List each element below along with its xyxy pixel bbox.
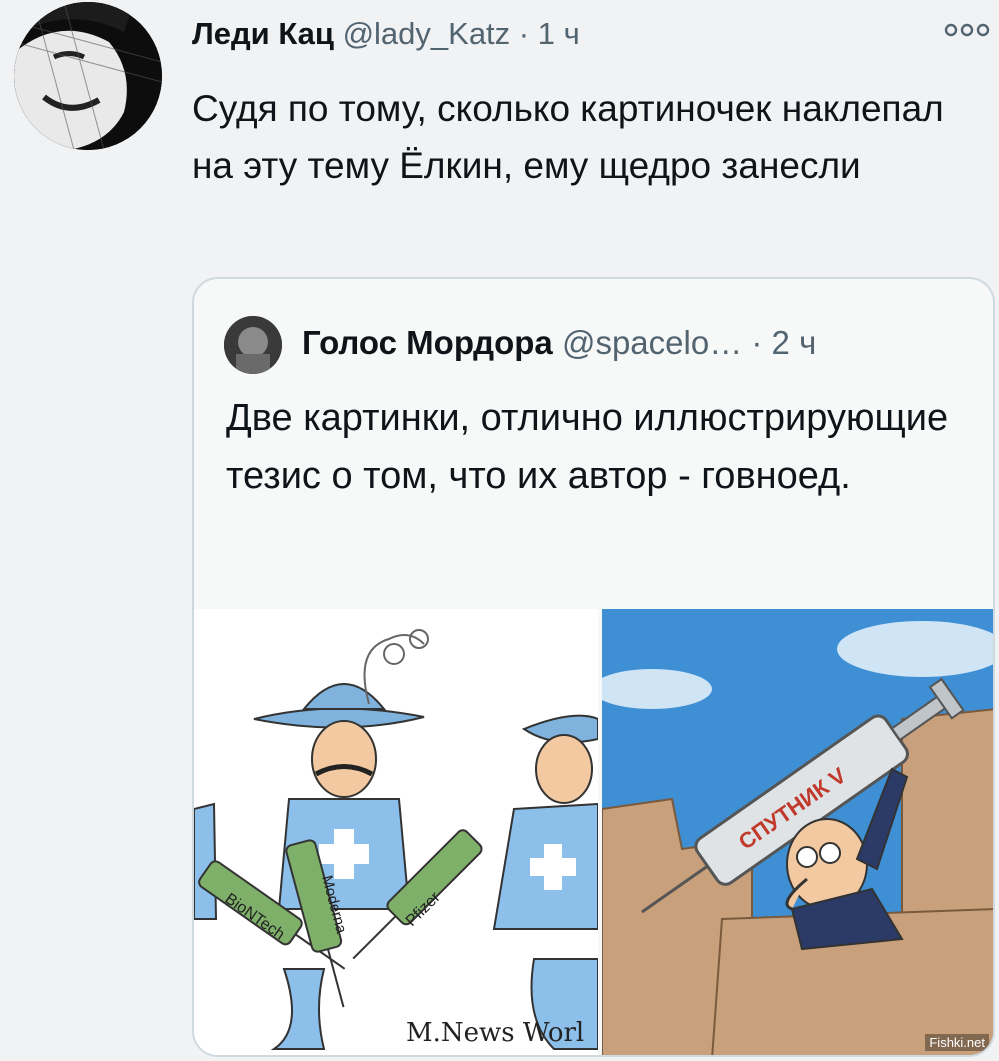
artist-signature: M.News Worl	[406, 1018, 584, 1048]
quoted-author-handle: @spacelo…	[561, 324, 743, 361]
quoted-separator-dot: ·	[751, 324, 763, 361]
cartoon-musketeers-image[interactable]: BioNTech Moderna Pfizer M.News Worl	[194, 609, 598, 1055]
author-name[interactable]: Леди Кац	[192, 16, 334, 51]
separator-dot: ·	[518, 16, 530, 51]
quoted-time: 2 ч	[771, 324, 817, 361]
watermark: Fishki.net	[925, 1034, 989, 1051]
quoted-text: Две картинки, отлично иллюстрирующие тез…	[226, 397, 949, 497]
quoted-author-name: Голос Мордора	[302, 324, 553, 361]
author-handle[interactable]: @lady_Katz	[343, 16, 511, 51]
quoted-author-avatar	[224, 316, 282, 374]
author-avatar[interactable]	[14, 2, 162, 150]
quoted-tweet[interactable]: Голос Мордора @spacelo… · 2 ч Две картин…	[192, 277, 995, 1057]
tweet-header: Леди Кац @lady_Katz · 1 ч	[192, 14, 580, 54]
cartoon-sputnik-image[interactable]: СПУТНИК V Fishki.net	[602, 609, 993, 1055]
more-dots-icon[interactable]	[944, 20, 990, 41]
quoted-header: Голос Мордора @spacelo… · 2 ч	[302, 321, 816, 365]
tweet-time[interactable]: 1 ч	[538, 16, 580, 51]
tweet-text: Судя по тому, сколько картиночек наклепа…	[192, 88, 944, 186]
